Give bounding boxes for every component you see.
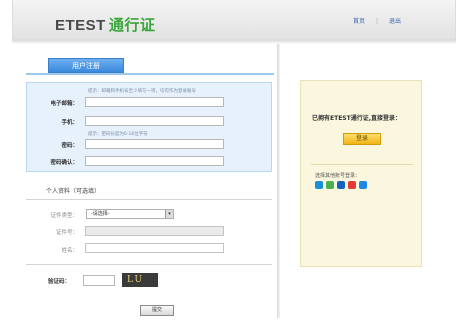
chevron-down-icon[interactable]: ▾ bbox=[165, 210, 173, 218]
alipay-icon[interactable] bbox=[337, 181, 345, 189]
link-separator: | bbox=[376, 18, 379, 25]
login-button[interactable]: 登录 bbox=[343, 133, 381, 145]
captcha-label: 验证码： bbox=[47, 279, 70, 285]
login-box: 已拥有ETEST通行证,直接登录： 登录 选择其他账号登录： bbox=[300, 80, 422, 267]
confirm-password-field[interactable] bbox=[85, 156, 224, 166]
email-field[interactable] bbox=[85, 97, 224, 107]
top-links: 首页 | 退出 bbox=[353, 16, 401, 25]
captcha-input[interactable] bbox=[83, 275, 115, 286]
weixin-icon[interactable] bbox=[326, 181, 334, 189]
captcha-image-text: LU bbox=[127, 275, 145, 285]
submit-button[interactable]: 提交 bbox=[140, 305, 174, 316]
email-label: 电子邮箱： bbox=[50, 101, 78, 107]
weibo-icon[interactable] bbox=[348, 181, 356, 189]
logo-latin: ETEST bbox=[55, 17, 106, 34]
password-label: 密码： bbox=[61, 143, 78, 149]
section-divider bbox=[26, 199, 272, 200]
login-divider bbox=[311, 164, 413, 165]
panel-divider bbox=[277, 44, 280, 318]
name-label: 姓名： bbox=[61, 248, 78, 254]
qq-icon[interactable] bbox=[315, 181, 323, 189]
name-field[interactable] bbox=[85, 243, 224, 253]
logout-link[interactable]: 退出 bbox=[389, 18, 401, 25]
confirm-password-label: 密码确认： bbox=[50, 160, 78, 166]
other-login-label: 选择其他账号登录： bbox=[315, 173, 361, 179]
phone-field[interactable] bbox=[85, 116, 224, 126]
tab-register[interactable]: 用户注册 bbox=[48, 58, 124, 73]
logo: ETEST 通行证 bbox=[55, 14, 155, 35]
id-type-label: 证件类型： bbox=[50, 213, 78, 219]
logo-cn: 通行证 bbox=[108, 17, 156, 34]
home-link[interactable]: 首页 bbox=[353, 18, 365, 25]
id-number-field[interactable] bbox=[85, 226, 224, 236]
captcha-divider bbox=[26, 264, 272, 265]
captcha-image[interactable]: LU bbox=[122, 273, 158, 287]
renren-icon[interactable] bbox=[359, 181, 367, 189]
password-field[interactable] bbox=[85, 139, 224, 149]
email-hint: 提示：邮箱和手机号至少填写一项，均可作为登录账号 bbox=[88, 89, 196, 94]
id-type-select[interactable]: -请选择- ▾ bbox=[86, 209, 174, 219]
id-type-value: -请选择- bbox=[91, 211, 110, 217]
login-title: 已拥有ETEST通行证,直接登录： bbox=[312, 115, 401, 122]
tab-underline bbox=[26, 73, 274, 75]
password-hint: 提示：密码长度为6-16位字符 bbox=[88, 132, 148, 137]
id-number-label: 证件号： bbox=[55, 230, 78, 236]
header: ETEST 通行证 首页 | 退出 bbox=[12, 0, 456, 40]
personal-info-title: 个人资料（可选填） bbox=[46, 188, 101, 195]
phone-label: 手机： bbox=[61, 120, 78, 126]
